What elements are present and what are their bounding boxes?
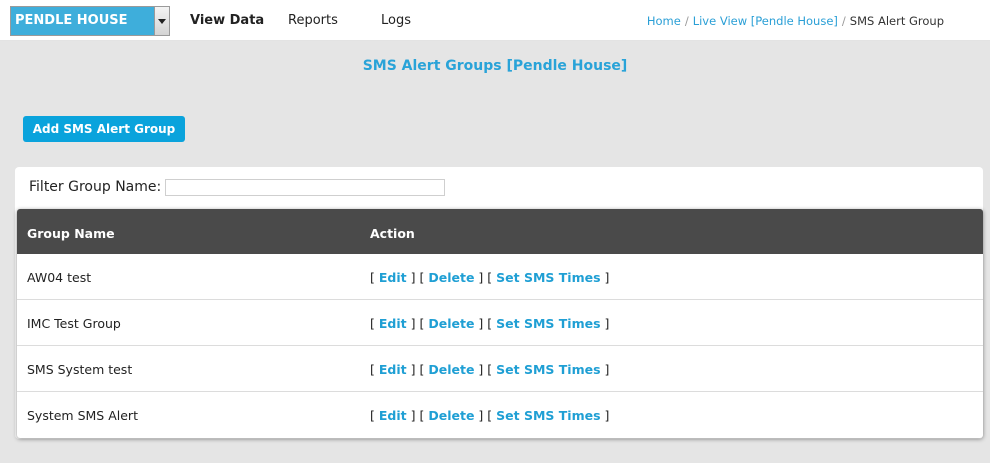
page-title: SMS Alert Groups [Pendle House] [362, 58, 628, 74]
breadcrumb-live-view[interactable]: Live View [Pendle House] [693, 14, 838, 28]
delete-link[interactable]: Delete [428, 362, 474, 377]
group-name-cell: SMS System test [27, 362, 133, 377]
edit-link[interactable]: Edit [379, 316, 407, 331]
bracket: ] [410, 362, 416, 377]
table-row: SMS System test [ Edit ] [ Delete ] [ Se… [17, 346, 983, 392]
table-header: Group Name Action [17, 209, 983, 254]
groups-panel: Filter Group Name: Group Name Action AW0… [15, 167, 983, 439]
group-name-cell: IMC Test Group [27, 316, 121, 331]
filter-label: Filter Group Name: [29, 179, 162, 195]
table-row: IMC Test Group [ Edit ] [ Delete ] [ Set… [17, 300, 983, 346]
nav-view-data[interactable]: View Data [190, 13, 264, 28]
bracket: [ [419, 408, 425, 423]
bracket: [ [419, 362, 425, 377]
bracket: ] [410, 316, 416, 331]
column-header-group-name: Group Name [27, 226, 115, 241]
bracket: ] [478, 270, 484, 285]
bracket: [ [370, 316, 375, 331]
groups-table: Group Name Action AW04 test [ Edit ] [ D… [17, 209, 983, 438]
breadcrumb-home[interactable]: Home [647, 14, 681, 28]
bracket: [ [370, 408, 375, 423]
delete-link[interactable]: Delete [428, 408, 474, 423]
delete-link[interactable]: Delete [428, 270, 474, 285]
bracket: ] [478, 408, 484, 423]
bracket: ] [604, 270, 610, 285]
set-sms-times-link[interactable]: Set SMS Times [496, 316, 600, 331]
edit-link[interactable]: Edit [379, 270, 407, 285]
set-sms-times-link[interactable]: Set SMS Times [496, 408, 600, 423]
breadcrumb-separator: / [684, 14, 689, 28]
breadcrumb: Home / Live View [Pendle House] / SMS Alert … [647, 14, 944, 28]
action-cell: [ Edit ] [ Delete ] [ Set SMS Times ] [370, 270, 609, 285]
table-row: System SMS Alert [ Edit ] [ Delete ] [ S… [17, 392, 983, 438]
site-selector[interactable]: PENDLE HOUSE [10, 6, 170, 36]
site-selector-value: PENDLE HOUSE [15, 13, 128, 28]
set-sms-times-link[interactable]: Set SMS Times [496, 362, 600, 377]
top-bar: PENDLE HOUSE View Data Reports Logs Home… [0, 0, 990, 41]
bracket: [ [487, 362, 493, 377]
group-name-cell: System SMS Alert [27, 408, 138, 423]
set-sms-times-link[interactable]: Set SMS Times [496, 270, 600, 285]
bracket: ] [604, 408, 610, 423]
action-cell: [ Edit ] [ Delete ] [ Set SMS Times ] [370, 362, 609, 377]
bracket: ] [410, 408, 416, 423]
bracket: [ [487, 270, 493, 285]
table-row: AW04 test [ Edit ] [ Delete ] [ Set SMS … [17, 254, 983, 300]
bracket: [ [419, 316, 425, 331]
delete-link[interactable]: Delete [428, 316, 474, 331]
add-sms-alert-group-button[interactable]: Add SMS Alert Group [23, 116, 185, 142]
bracket: [ [419, 270, 425, 285]
bracket: ] [478, 362, 484, 377]
group-name-cell: AW04 test [27, 270, 92, 285]
bracket: [ [487, 316, 493, 331]
column-header-action: Action [370, 226, 415, 241]
action-cell: [ Edit ] [ Delete ] [ Set SMS Times ] [370, 408, 609, 423]
edit-link[interactable]: Edit [379, 362, 407, 377]
bracket: ] [604, 362, 610, 377]
bracket: [ [487, 408, 493, 423]
breadcrumb-separator: / [841, 14, 846, 28]
breadcrumb-current: SMS Alert Group [849, 14, 944, 28]
action-cell: [ Edit ] [ Delete ] [ Set SMS Times ] [370, 316, 609, 331]
nav-logs[interactable]: Logs [381, 13, 411, 28]
chevron-down-icon[interactable] [154, 7, 169, 35]
bracket: [ [370, 270, 375, 285]
nav-reports[interactable]: Reports [288, 13, 338, 28]
bracket: ] [478, 316, 484, 331]
bracket: ] [410, 270, 416, 285]
edit-link[interactable]: Edit [379, 408, 407, 423]
bracket: ] [604, 316, 610, 331]
filter-group-name-input[interactable] [165, 179, 445, 196]
bracket: [ [370, 362, 375, 377]
